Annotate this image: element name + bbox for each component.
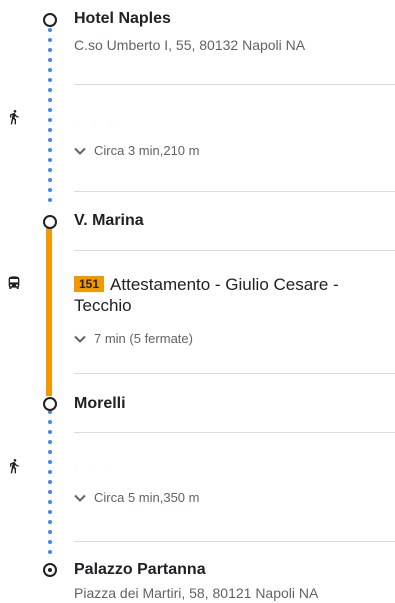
start-title[interactable]: Hotel Naples <box>74 10 171 28</box>
bus-summary: 7 min (5 fermate) <box>94 331 193 346</box>
walk-path-2 <box>48 410 52 560</box>
destination-title[interactable]: Palazzo Partanna <box>74 561 206 579</box>
bus-route-name: Attestamento - Giulio Cesare - Tecchio <box>74 275 339 315</box>
stop-marker-morelli <box>43 397 57 411</box>
divider <box>74 373 395 374</box>
destination-address: Piazza dei Martiri, 58, 80121 Napoli NA <box>74 585 319 601</box>
chevron-down-icon <box>74 335 86 343</box>
bus-route-line <box>46 226 52 396</box>
walk-2-summary: Circa 5 min,350 m <box>94 490 200 505</box>
bus-route[interactable]: 151 Attestamento - Giulio Cesare - Tecchi… <box>74 274 374 316</box>
walk-2-expand[interactable]: Circa 5 min,350 m <box>74 490 199 505</box>
stop-2-title[interactable]: Morelli <box>74 395 126 413</box>
start-marker <box>43 13 57 27</box>
walk-icon <box>10 110 19 125</box>
divider <box>74 84 395 85</box>
divider <box>74 541 395 542</box>
walk-2-faint-text: · · · <box>74 465 120 476</box>
divider <box>74 432 395 433</box>
stop-1-title[interactable]: V. Marina <box>74 212 144 230</box>
bus-line-badge: 151 <box>74 276 105 292</box>
walk-path-1 <box>48 28 52 208</box>
walk-1-expand[interactable]: Circa 3 min,210 m <box>74 143 199 158</box>
stop-marker-v-marina <box>43 215 57 229</box>
bus-icon <box>8 276 20 289</box>
walk-1-faint-text: · · · <box>74 117 120 128</box>
bus-expand[interactable]: 7 min (5 fermate) <box>74 331 193 346</box>
chevron-down-icon <box>74 147 86 155</box>
start-address: C.so Umberto I, 55, 80132 Napoli NA <box>74 37 306 53</box>
divider <box>74 191 395 192</box>
walk-1-summary: Circa 3 min,210 m <box>94 143 200 158</box>
divider <box>74 250 395 251</box>
destination-marker <box>43 563 57 577</box>
walk-icon <box>10 459 19 474</box>
chevron-down-icon <box>74 494 86 502</box>
